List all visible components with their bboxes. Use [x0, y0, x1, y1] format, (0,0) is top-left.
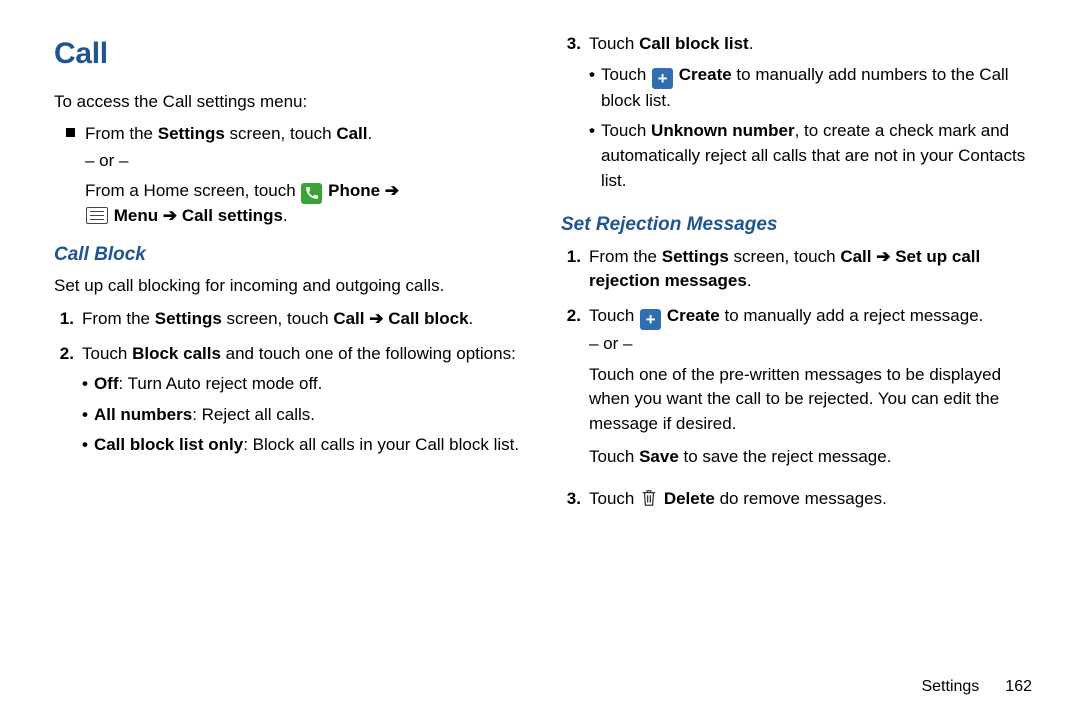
step-number: 3: [561, 32, 581, 199]
access-block: From the Settings screen, touch Call. – …: [54, 122, 525, 229]
step-number: 1: [54, 307, 74, 332]
step-number: 2: [561, 304, 581, 477]
call-block-desc: Set up call blocking for incoming and ou…: [54, 274, 525, 299]
access-line-1: From the Settings screen, touch Call.: [85, 122, 525, 147]
rejection-para: Touch one of the pre-written messages to…: [589, 363, 1032, 437]
trash-icon: [640, 488, 658, 508]
section-call-block: Call Block: [54, 241, 525, 269]
rejection-steps: 1 From the Settings screen, touch Call ➔…: [561, 245, 1032, 512]
square-bullet-icon: [66, 128, 75, 137]
page-title: Call: [54, 32, 525, 76]
step-number: 3: [561, 487, 581, 512]
step-number: 1: [561, 245, 581, 294]
step-body: Touch Call block list. Touch + Create to…: [589, 32, 1032, 199]
section-rejection: Set Rejection Messages: [561, 211, 1032, 239]
intro-text: To access the Call settings menu:: [54, 90, 525, 115]
step-body: Touch + Create to manually add a reject …: [589, 304, 1032, 477]
access-line-2: From a Home screen, touch Phone ➔ Menu ➔…: [85, 179, 525, 228]
step-body: From the Settings screen, touch Call ➔ C…: [82, 307, 525, 332]
block-list-sub: Touch + Create to manually add numbers t…: [589, 63, 1032, 194]
footer-section: Settings: [921, 675, 979, 698]
rejection-save: Touch Save to save the reject message.: [589, 445, 1032, 470]
or-divider: – or –: [589, 332, 1032, 357]
plus-icon: +: [652, 68, 673, 89]
step-number: 2: [54, 342, 74, 465]
footer-page-number: 162: [1005, 675, 1032, 698]
step-body: Touch Block calls and touch one of the f…: [82, 342, 525, 465]
block-options: Off: Turn Auto reject mode off. All numb…: [82, 372, 525, 458]
page-footer: Settings 162: [921, 675, 1032, 698]
step-body: Touch Delete do remove messages.: [589, 487, 1032, 512]
menu-icon: [86, 207, 108, 224]
or-divider: – or –: [85, 149, 525, 174]
plus-icon: +: [640, 309, 661, 330]
phone-icon: [301, 183, 322, 204]
step-body: From the Settings screen, touch Call ➔ S…: [589, 245, 1032, 294]
